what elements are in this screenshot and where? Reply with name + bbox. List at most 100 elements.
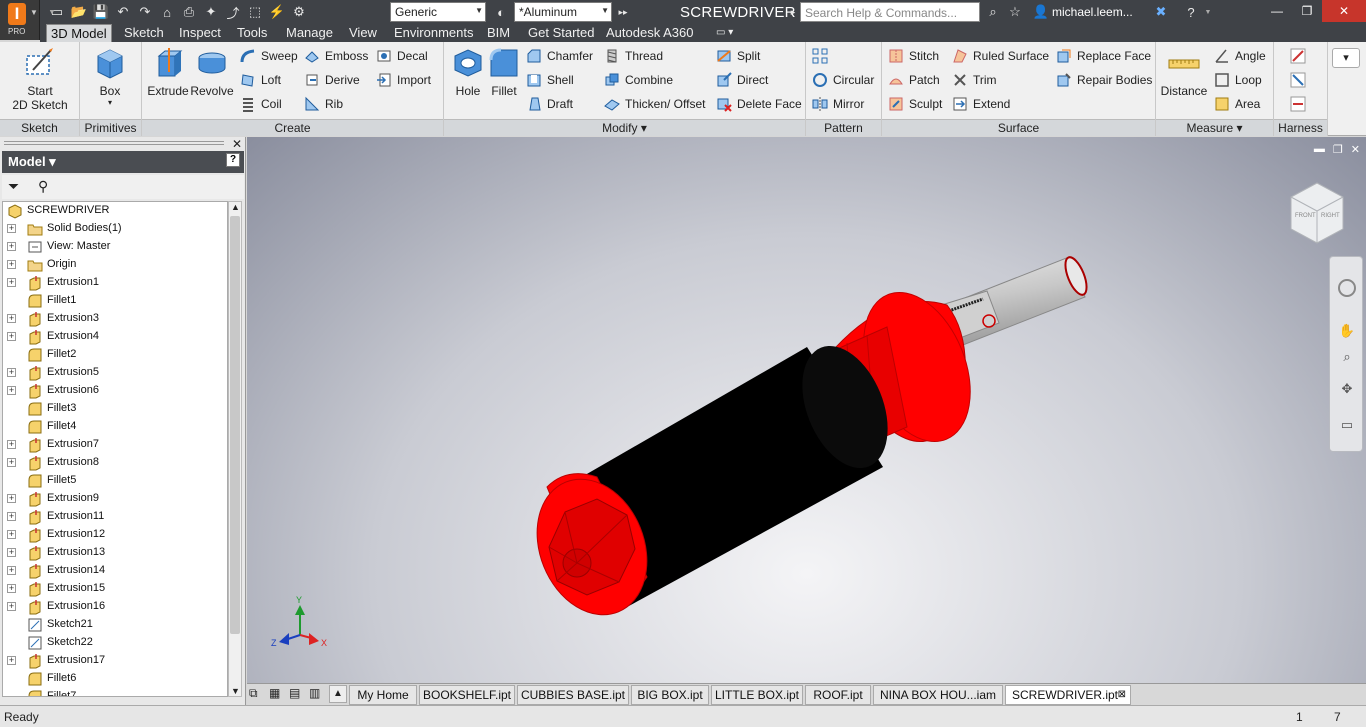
save-icon[interactable]: 💾 xyxy=(90,2,112,22)
doc-tab-big-box[interactable]: BIG BOX.ipt xyxy=(631,685,709,705)
doc-tab-roof[interactable]: ROOF.ipt xyxy=(805,685,871,705)
sweep-button[interactable]: Sweep xyxy=(240,46,298,66)
close-icon[interactable]: ✕ xyxy=(232,137,242,151)
direct-button[interactable]: Direct xyxy=(716,70,768,90)
pan-hand-icon[interactable]: ✋ xyxy=(1338,323,1356,341)
restore-icon[interactable]: ❐ xyxy=(1333,143,1343,156)
tab-bim[interactable]: BIM xyxy=(487,24,510,42)
user-name[interactable]: michael.leem... xyxy=(1052,5,1133,19)
tree-node[interactable]: Fillet1 xyxy=(3,292,227,310)
search-icon[interactable]: ⌕ xyxy=(982,2,1004,22)
zoom-icon[interactable]: ⌕ xyxy=(1338,349,1356,367)
tree-node[interactable]: + Origin xyxy=(3,256,227,274)
undo-icon[interactable]: ↶ xyxy=(112,2,134,22)
screwdriver-model[interactable]: FRONT RIGHT Y X Z xyxy=(247,137,1366,683)
box-button[interactable]: Box ▾ xyxy=(90,46,130,107)
trim-button[interactable]: Trim xyxy=(952,70,997,90)
shell-button[interactable]: Shell xyxy=(526,70,574,90)
doc-tab-bookshelf[interactable]: BOOKSHELF.ipt xyxy=(419,685,515,705)
harness-button-3[interactable] xyxy=(1290,94,1311,114)
expand-toolbar-icon[interactable]: ▸▸ xyxy=(612,2,634,22)
loop-button[interactable]: Loop xyxy=(1214,70,1262,90)
tree-node[interactable]: Fillet5 xyxy=(3,472,227,490)
open-icon[interactable]: 📂 xyxy=(68,2,90,22)
tree-node[interactable]: Fillet3 xyxy=(3,400,227,418)
expand-icon[interactable]: + xyxy=(7,656,16,665)
home-icon[interactable]: ⌂ xyxy=(156,2,178,22)
help-search-input[interactable]: Search Help & Commands... xyxy=(800,2,980,22)
tree-node[interactable]: + Extrusion16 xyxy=(3,598,227,616)
tree-node[interactable]: Fillet7 xyxy=(3,688,227,696)
doc-tab-screwdriver[interactable]: SCREWDRIVER.ipt ⊠ xyxy=(1005,685,1131,705)
tab-inspect[interactable]: Inspect xyxy=(179,24,221,42)
tree-node[interactable]: Fillet6 xyxy=(3,670,227,688)
tab-get-started[interactable]: Get Started xyxy=(528,24,594,42)
stitch-button[interactable]: Stitch xyxy=(888,46,939,66)
document-list-icon[interactable]: ▲ xyxy=(329,685,347,703)
combine-button[interactable]: Combine xyxy=(604,70,673,90)
thicken-offset-button[interactable]: Thicken/ Offset xyxy=(604,94,705,114)
update-icon[interactable]: ⚡ xyxy=(266,2,288,22)
circular-pattern-button[interactable]: Circular xyxy=(812,70,874,90)
distance-button[interactable]: Distance xyxy=(1158,46,1210,98)
expand-icon[interactable]: + xyxy=(7,602,16,611)
browser-grip[interactable] xyxy=(4,141,224,145)
filter-icon[interactable]: ⏷ xyxy=(8,178,19,195)
tree-node[interactable]: Fillet2 xyxy=(3,346,227,364)
print-icon[interactable]: ⎙ xyxy=(178,2,200,22)
tree-node[interactable]: + Extrusion12 xyxy=(3,526,227,544)
fillet-button[interactable]: Fillet xyxy=(484,46,524,98)
tile-icon[interactable]: ▦ xyxy=(269,686,280,700)
redo-icon[interactable]: ↷ xyxy=(134,2,156,22)
import-button[interactable]: Import xyxy=(376,70,431,90)
coil-button[interactable]: Coil xyxy=(240,94,282,114)
tree-node[interactable]: + Extrusion15 xyxy=(3,580,227,598)
tree-node[interactable]: + Extrusion14 xyxy=(3,562,227,580)
maximize-icon[interactable]: ❐ xyxy=(1292,0,1322,22)
scroll-thumb[interactable] xyxy=(230,216,240,634)
sculpt-button[interactable]: Sculpt xyxy=(888,94,942,114)
close-icon[interactable]: ✕ xyxy=(1322,0,1366,22)
tab-3d-model[interactable]: 3D Model xyxy=(46,24,112,42)
loft-button[interactable]: Loft xyxy=(240,70,281,90)
favorite-star-icon[interactable]: ☆ xyxy=(1004,2,1026,22)
extend-button[interactable]: Extend xyxy=(952,94,1010,114)
cascade-icon[interactable]: ⧉ xyxy=(249,686,258,701)
hole-button[interactable]: Hole xyxy=(448,46,488,98)
expand-icon[interactable]: + xyxy=(7,224,16,233)
tree-node[interactable]: Fillet4 xyxy=(3,418,227,436)
tab-tools[interactable]: Tools xyxy=(237,24,267,42)
select-icon[interactable]: ⬚ xyxy=(244,2,266,22)
tab-sketch[interactable]: Sketch xyxy=(124,24,164,42)
help-icon[interactable]: ? xyxy=(226,153,240,167)
orbit-icon[interactable]: ✥ xyxy=(1338,381,1356,399)
thread-button[interactable]: Thread xyxy=(604,46,663,66)
expand-icon[interactable]: + xyxy=(7,566,16,575)
split-button[interactable]: Split xyxy=(716,46,760,66)
tree-node[interactable]: + Extrusion13 xyxy=(3,544,227,562)
expand-icon[interactable]: + xyxy=(7,458,16,467)
material-combo[interactable]: Generic ▼ xyxy=(390,2,486,22)
expand-icon[interactable]: + xyxy=(7,494,16,503)
doc-tab-little-box[interactable]: LITTLE BOX.ipt xyxy=(711,685,803,705)
ruled-surface-button[interactable]: Ruled Surface xyxy=(952,46,1049,66)
browser-scrollbar[interactable]: ▲ ▼ xyxy=(228,201,242,697)
expand-icon[interactable]: + xyxy=(7,512,16,521)
mirror-button[interactable]: Mirror xyxy=(812,94,864,114)
tree-node[interactable]: + Extrusion17 xyxy=(3,652,227,670)
chevron-down-icon[interactable]: ▼ xyxy=(46,2,58,22)
view-cube[interactable]: FRONT RIGHT xyxy=(1290,182,1344,244)
minimize-icon[interactable]: ▬ xyxy=(1314,143,1325,156)
tab-environments[interactable]: Environments xyxy=(394,24,473,42)
tree-node[interactable]: + View: Master xyxy=(3,238,227,256)
revolve-button[interactable]: Revolve xyxy=(190,46,234,98)
ribbon-overflow-button[interactable]: ▾ xyxy=(1332,48,1360,68)
rectangular-pattern-button[interactable] xyxy=(812,46,833,66)
tree-node[interactable]: + Extrusion7 xyxy=(3,436,227,454)
return-icon[interactable]: ⤴ xyxy=(222,2,244,22)
area-button[interactable]: Area xyxy=(1214,94,1260,114)
tab-manage[interactable]: Manage xyxy=(286,24,333,42)
tree-node[interactable]: + Extrusion4 xyxy=(3,328,227,346)
replace-face-button[interactable]: Replace Face xyxy=(1056,46,1151,66)
start-2d-sketch-button[interactable]: Start 2D Sketch xyxy=(8,46,72,112)
